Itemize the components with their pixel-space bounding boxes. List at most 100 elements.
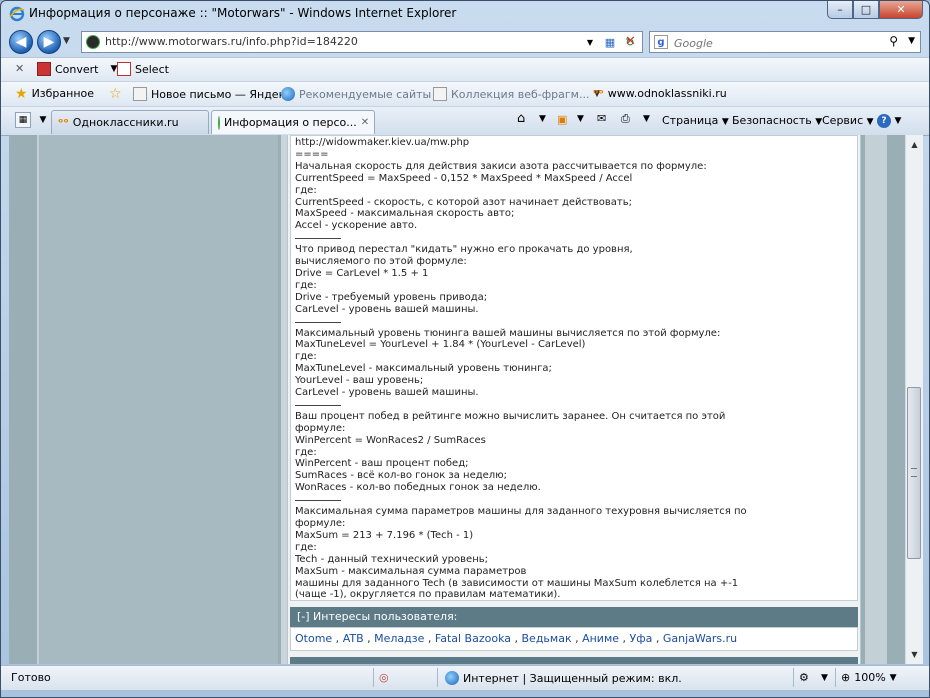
address-bar[interactable]: http://www.motorwars.ru/info.php?id=1842…: [81, 31, 643, 53]
favorites-button[interactable]: ★ Избранное: [15, 85, 95, 102]
interests-header[interactable]: [-] Интересы пользователя:: [290, 607, 858, 627]
scroll-down-icon[interactable]: ▼: [906, 647, 923, 662]
search-input[interactable]: [672, 34, 876, 52]
security-zone[interactable]: Интернет | Защищенный режим: вкл.: [445, 671, 682, 685]
interest-link[interactable]: Уфа: [630, 632, 653, 645]
tab-label: Одноклассники.ru: [72, 116, 179, 129]
close-button[interactable]: ✕: [879, 1, 923, 19]
post-line: CarLevel - уровень вашей машины.: [295, 387, 479, 399]
post-line: Максимальная сумма параметров машины для…: [295, 506, 747, 518]
yandex-icon: [133, 87, 147, 101]
zoom-icon: ⊕: [841, 671, 851, 684]
post-line: MaxTuneLevel = YourLevel + 1.84 * (YourL…: [295, 339, 586, 351]
post-line: (чаще -1), округляется по правилам матем…: [295, 589, 561, 601]
recent-pages-dropdown-icon[interactable]: ▼: [63, 36, 70, 46]
interest-link[interactable]: GanjaWars.ru: [663, 632, 737, 645]
tab-odnoklassniki[interactable]: ᵒᵒ Одноклассники.ru: [51, 110, 209, 134]
vertical-scrollbar[interactable]: ▲ ▼: [905, 135, 923, 664]
post-line: где:: [295, 351, 317, 363]
favorites-item-suggested-sites[interactable]: Рекомендуемые сайты ▼: [281, 87, 442, 101]
chevron-down-icon: ▼: [894, 116, 902, 126]
favorites-item-odnoklassniki[interactable]: ᵒᵒ www.odnoklassniki.ru: [593, 87, 727, 100]
zoom-control[interactable]: ⊕ 100% ▼: [841, 671, 897, 684]
feeds-icon[interactable]: ▣: [557, 113, 567, 126]
post-line: MaxSum = 213 + 7.196 * (Tech - 1): [295, 529, 474, 541]
forward-button[interactable]: ▶: [37, 30, 61, 54]
favorites-item-label: Рекомендуемые сайты: [299, 87, 432, 101]
post-line: машины для заданного Tech (в зависимости…: [295, 577, 739, 589]
maximize-button[interactable]: □: [853, 1, 879, 19]
scrollbar-thumb[interactable]: [907, 387, 921, 559]
favorites-label: Избранное: [31, 87, 95, 100]
compatibility-view-icon[interactable]: ▦: [602, 34, 618, 50]
separator-rule: [295, 494, 855, 506]
privacy-icon[interactable]: ◎: [379, 671, 389, 684]
web-slice-icon: [433, 87, 447, 101]
back-button[interactable]: ◀: [9, 30, 33, 54]
stop-icon[interactable]: ✕: [625, 34, 636, 49]
tools-menu[interactable]: Сервис ▼: [822, 114, 874, 127]
post-line: WinPercent = WonRaces2 / SumRaces: [295, 434, 486, 446]
print-icon[interactable]: ⎙: [621, 112, 630, 126]
security-menu[interactable]: Безопасность ▼: [732, 114, 822, 127]
post-line: формуле:: [295, 518, 346, 529]
post-line: вычисляемого по этой формуле:: [295, 256, 467, 268]
select-button[interactable]: Select: [117, 62, 169, 76]
print-dropdown-icon[interactable]: ▼: [643, 114, 650, 124]
favorites-star-icon: ★: [15, 85, 28, 102]
help-menu[interactable]: ? ▼: [877, 113, 901, 128]
interest-link[interactable]: Ведьмак: [522, 632, 572, 645]
search-box[interactable]: g ⚲ ▼: [649, 31, 921, 53]
interest-separator: ,: [424, 632, 435, 645]
page-menu[interactable]: Страница ▼: [662, 114, 729, 127]
home-icon[interactable]: ⌂: [517, 111, 525, 126]
zoom-level: 100%: [854, 671, 886, 684]
post-line: Tech - данный технический уровень;: [295, 553, 488, 565]
separator-rule: [295, 399, 855, 411]
post-line: Ваш процент побед в рейтинге можно вычис…: [295, 410, 726, 422]
tab-character-info[interactable]: Информация о персо... ✕: [211, 110, 375, 134]
page-content: http://widowmaker.kiev.ua/mw.php ==== Нача…: [9, 135, 905, 664]
interest-link[interactable]: Аниме: [582, 632, 619, 645]
add-ons-icon[interactable]: ⚙: [799, 671, 809, 684]
post-box: http://widowmaker.kiev.ua/mw.php ==== Нача…: [290, 135, 858, 601]
ie-icon: [281, 87, 295, 101]
tab-list-dropdown-icon[interactable]: ▼: [35, 112, 51, 128]
address-dropdown-icon[interactable]: ▼: [582, 34, 598, 50]
security-menu-label: Безопасность: [732, 114, 812, 127]
interest-link[interactable]: ATB: [343, 632, 364, 645]
interest-separator: ,: [332, 632, 343, 645]
interest-link[interactable]: Otome: [295, 632, 332, 645]
interest-separator: ,: [571, 632, 583, 645]
select-icon: [117, 62, 131, 76]
interest-link[interactable]: Меладзе: [374, 632, 424, 645]
convert-button[interactable]: Convert ▼: [37, 62, 117, 76]
mail-icon[interactable]: ✉: [597, 112, 606, 125]
pdf-convert-icon: [37, 62, 51, 76]
address-url[interactable]: http://www.motorwars.ru/info.php?id=1842…: [105, 35, 358, 48]
favorites-item-yandex[interactable]: Новое письмо — Яндекс: [133, 87, 291, 101]
quick-tabs-icon[interactable]: ▦: [15, 112, 31, 128]
minimize-button[interactable]: –: [827, 1, 853, 19]
close-toolbar-icon[interactable]: ✕: [15, 62, 24, 75]
search-options-dropdown-icon[interactable]: ▼: [908, 36, 915, 46]
site-favicon-icon: [86, 35, 100, 49]
search-icon[interactable]: ⚲: [889, 34, 898, 48]
scroll-up-icon[interactable]: ▲: [906, 137, 923, 152]
favorites-item-label: Новое письмо — Яндекс: [151, 87, 292, 101]
post-line: Что привод перестал "кидать" нужно его п…: [295, 244, 633, 256]
page-menu-label: Страница: [662, 114, 719, 127]
odnoklassniki-icon: ᵒᵒ: [58, 116, 69, 129]
zoom-dropdown-icon[interactable]: ▼: [890, 673, 897, 683]
feeds-dropdown-icon[interactable]: ▼: [577, 114, 584, 124]
add-to-favorites-icon[interactable]: ☆: [109, 87, 122, 101]
home-dropdown-icon[interactable]: ▼: [539, 114, 546, 124]
status-divider: [835, 668, 836, 687]
post-line: Drive = CarLevel * 1.5 + 1: [295, 267, 429, 279]
status-divider: [793, 668, 794, 687]
interest-link[interactable]: Fatal Bazooka: [435, 632, 511, 645]
favorites-item-web-slice-gallery[interactable]: Коллекция веб-фрагм... ▼: [433, 87, 600, 101]
status-bar: Готово ◎ Интернет | Защищенный режим: вк…: [1, 665, 929, 690]
tab-close-icon[interactable]: ✕: [361, 117, 369, 128]
add-ons-dropdown-icon[interactable]: ▼: [821, 673, 828, 683]
